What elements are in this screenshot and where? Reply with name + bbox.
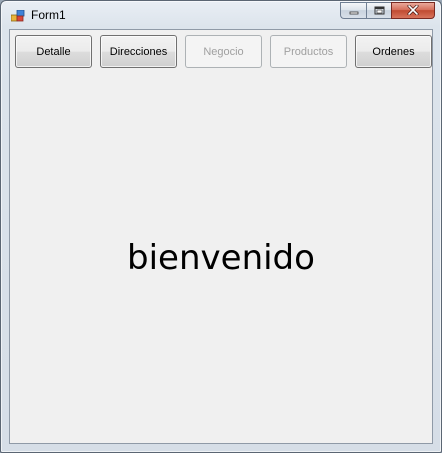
- minimize-icon: [349, 2, 359, 20]
- app-window: Form1 Detalle Direcciones Negocio Produc…: [0, 0, 442, 453]
- form-app-icon[interactable]: [10, 9, 25, 22]
- caption-buttons: [340, 2, 435, 20]
- negocio-button[interactable]: Negocio: [185, 35, 262, 68]
- minimize-button[interactable]: [340, 2, 366, 19]
- detalle-button[interactable]: Detalle: [15, 35, 92, 68]
- ordenes-button[interactable]: Ordenes: [355, 35, 432, 68]
- form-client-area: Detalle Direcciones Negocio Productos Or…: [9, 29, 433, 444]
- direcciones-button[interactable]: Direcciones: [100, 35, 177, 68]
- maximize-button[interactable]: [366, 2, 391, 19]
- close-icon: [407, 2, 419, 20]
- welcome-label: bienvenido: [127, 238, 315, 278]
- maximize-icon: [374, 2, 385, 20]
- productos-button[interactable]: Productos: [270, 35, 347, 68]
- title-bar[interactable]: Form1: [1, 1, 441, 29]
- window-title: Form1: [31, 8, 66, 22]
- close-button[interactable]: [391, 2, 435, 19]
